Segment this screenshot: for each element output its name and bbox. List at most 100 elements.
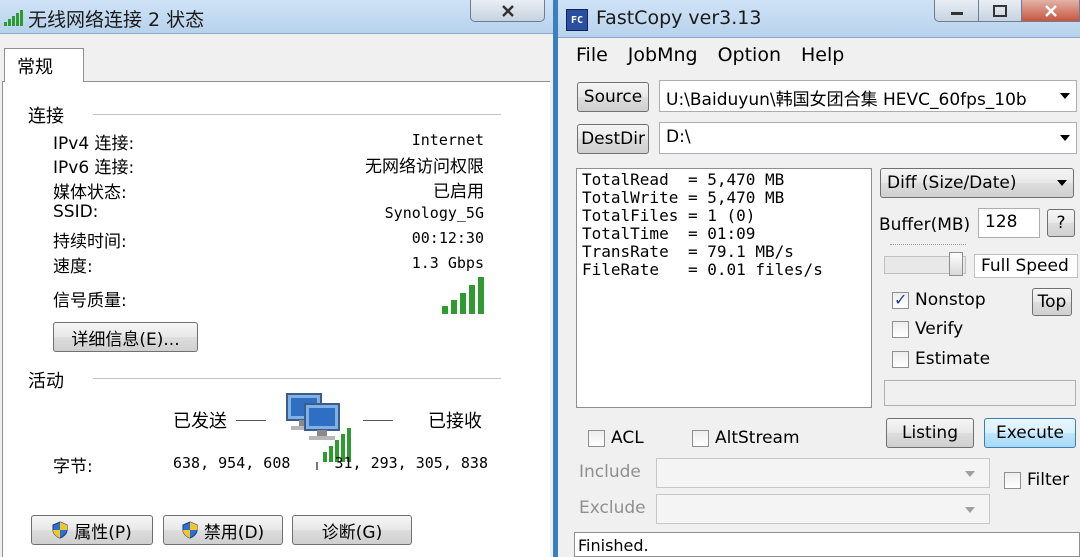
close-icon bbox=[1044, 4, 1057, 17]
tab-general[interactable]: 常规 bbox=[4, 48, 84, 82]
received-line bbox=[363, 420, 393, 421]
chevron-down-icon bbox=[965, 471, 975, 477]
stat-file-rate: FileRate = 0.01 files/s bbox=[582, 260, 823, 279]
source-path-combo[interactable]: U:\Baiduyun\韩国女团合集 HEVC_60fps_10b bbox=[659, 80, 1077, 112]
altstream-checkbox[interactable]: AltStream bbox=[692, 428, 800, 448]
sent-label: 已发送 bbox=[173, 411, 227, 432]
copy-mode-select[interactable]: Diff (Size/Date) bbox=[880, 168, 1074, 198]
acl-label: ACL bbox=[611, 428, 644, 448]
wireless-status-window: 无线网络连接 2 状态 常规 连接 IPv4 连接: Internet IPv6… bbox=[0, 0, 553, 557]
include-combo[interactable] bbox=[656, 458, 990, 488]
nonstop-checkbox[interactable]: Nonstop bbox=[892, 290, 986, 310]
ipv4-value: Internet bbox=[411, 131, 484, 149]
nonstop-check-box[interactable] bbox=[892, 290, 909, 309]
ipv4-label: IPv4 连接: bbox=[53, 134, 135, 154]
buffer-input[interactable]: 128 bbox=[978, 208, 1040, 238]
disable-button-label: 禁用(D) bbox=[203, 522, 265, 543]
menu-help[interactable]: Help bbox=[801, 44, 844, 66]
activity-section-title: 活动 bbox=[28, 371, 64, 392]
bytes-label: 字节: bbox=[53, 457, 93, 477]
top-button[interactable]: Top bbox=[1032, 288, 1072, 316]
properties-button-label: 属性(P) bbox=[74, 522, 132, 543]
stat-total-files: TotalFiles = 1 (0) bbox=[582, 206, 756, 225]
details-button[interactable]: 详细信息(E)... bbox=[53, 322, 198, 352]
estimate-checkbox[interactable]: Estimate bbox=[892, 349, 990, 369]
connection-section-title: 连接 bbox=[28, 106, 64, 127]
close-button[interactable] bbox=[470, 0, 545, 22]
include-label: Include bbox=[579, 462, 641, 482]
progress-area bbox=[884, 380, 1076, 406]
sent-line bbox=[236, 420, 266, 421]
diagnose-button[interactable]: 诊断(G) bbox=[292, 515, 412, 545]
result-stats-box: TotalRead = 5,470 MB TotalWrite = 5,470 … bbox=[576, 168, 872, 408]
status-bar: Finished. bbox=[574, 532, 1080, 557]
verify-checkbox[interactable]: Verify bbox=[892, 319, 963, 339]
full-speed-label: Full Speed bbox=[974, 254, 1078, 278]
signal-quality-label: 信号质量: bbox=[53, 291, 127, 311]
help-button[interactable]: ? bbox=[1047, 209, 1075, 237]
media-state-label: 媒体状态: bbox=[53, 183, 127, 203]
right-title-bar[interactable]: FC FastCopy ver3.13 bbox=[558, 0, 1080, 38]
bytes-received-value: 31, 293, 305, 838 bbox=[334, 454, 488, 472]
section-divider bbox=[93, 114, 501, 115]
speed-value: 1.3 Gbps bbox=[411, 254, 484, 272]
estimate-label: Estimate bbox=[915, 349, 991, 369]
filter-label: Filter bbox=[1027, 470, 1070, 490]
left-window-body: 常规 连接 IPv4 连接: Internet IPv6 连接: 无网络访问权限… bbox=[0, 34, 553, 557]
verify-check-box[interactable] bbox=[892, 320, 909, 338]
properties-button[interactable]: 属性(P) bbox=[31, 515, 153, 545]
menu-option[interactable]: Option bbox=[718, 44, 781, 66]
duration-label: 持续时间: bbox=[53, 232, 127, 252]
menu-bar: File JobMng Option Help bbox=[564, 40, 844, 70]
uac-shield-icon bbox=[52, 521, 68, 539]
chevron-down-icon[interactable] bbox=[1060, 93, 1070, 99]
maximize-button[interactable] bbox=[978, 0, 1022, 22]
filter-check-box[interactable] bbox=[1004, 471, 1021, 489]
chevron-down-icon[interactable] bbox=[1060, 135, 1070, 141]
speed-slider-thumb[interactable] bbox=[949, 252, 963, 276]
acl-checkbox[interactable]: ACL bbox=[588, 428, 644, 448]
fastcopy-window: FC FastCopy ver3.13 File JobMng Option H… bbox=[558, 0, 1080, 557]
window-title: 无线网络连接 2 状态 bbox=[28, 9, 205, 31]
chevron-down-icon bbox=[1057, 180, 1067, 186]
speed-slider-ticks bbox=[890, 244, 966, 250]
stat-trans-rate: TransRate = 79.1 MB/s bbox=[582, 242, 794, 261]
menu-file[interactable]: File bbox=[576, 44, 608, 66]
source-button[interactable]: Source bbox=[577, 82, 649, 112]
execute-button[interactable]: Execute bbox=[984, 418, 1076, 448]
stat-total-write: TotalWrite = 5,470 MB bbox=[582, 188, 785, 207]
received-label: 已接收 bbox=[428, 411, 482, 432]
signal-strength-icon bbox=[442, 277, 484, 314]
copy-mode-value: Diff (Size/Date) bbox=[887, 173, 1017, 193]
exclude-combo[interactable] bbox=[656, 494, 990, 524]
dest-path-combo[interactable]: D:\ bbox=[659, 122, 1077, 154]
general-tab-panel: 连接 IPv4 连接: Internet IPv6 连接: 无网络访问权限 媒体… bbox=[2, 81, 550, 557]
stat-total-time: TotalTime = 01:09 bbox=[582, 224, 756, 243]
window-title: FastCopy ver3.13 bbox=[596, 7, 762, 29]
close-button[interactable] bbox=[1021, 0, 1080, 22]
filter-checkbox[interactable]: Filter bbox=[1004, 470, 1069, 490]
duration-value: 00:12:30 bbox=[411, 229, 484, 247]
wifi-signal-icon bbox=[4, 10, 23, 26]
listing-button[interactable]: Listing bbox=[886, 418, 974, 448]
minimize-icon bbox=[950, 11, 963, 15]
destdir-button[interactable]: DestDir bbox=[577, 124, 649, 154]
speed-label: 速度: bbox=[53, 257, 93, 277]
media-state-value: 已启用 bbox=[433, 182, 484, 202]
estimate-check-box[interactable] bbox=[892, 350, 909, 368]
verify-label: Verify bbox=[915, 319, 964, 339]
bytes-sent-value: 638, 954, 608 bbox=[173, 454, 291, 472]
ssid-label: SSID: bbox=[53, 202, 99, 222]
altstream-check-box[interactable] bbox=[692, 429, 709, 447]
altstream-label: AltStream bbox=[715, 428, 800, 448]
disable-button[interactable]: 禁用(D) bbox=[163, 515, 283, 545]
stat-total-read: TotalRead = 5,470 MB bbox=[582, 170, 785, 189]
ipv6-value: 无网络访问权限 bbox=[365, 157, 484, 177]
acl-check-box[interactable] bbox=[588, 429, 605, 447]
minimize-button[interactable] bbox=[934, 0, 979, 22]
left-title-bar[interactable]: 无线网络连接 2 状态 bbox=[0, 0, 553, 34]
maximize-icon bbox=[993, 4, 1007, 17]
chevron-down-icon bbox=[965, 507, 975, 513]
menu-jobmng[interactable]: JobMng bbox=[628, 44, 698, 66]
fastcopy-app-icon: FC bbox=[566, 9, 588, 31]
